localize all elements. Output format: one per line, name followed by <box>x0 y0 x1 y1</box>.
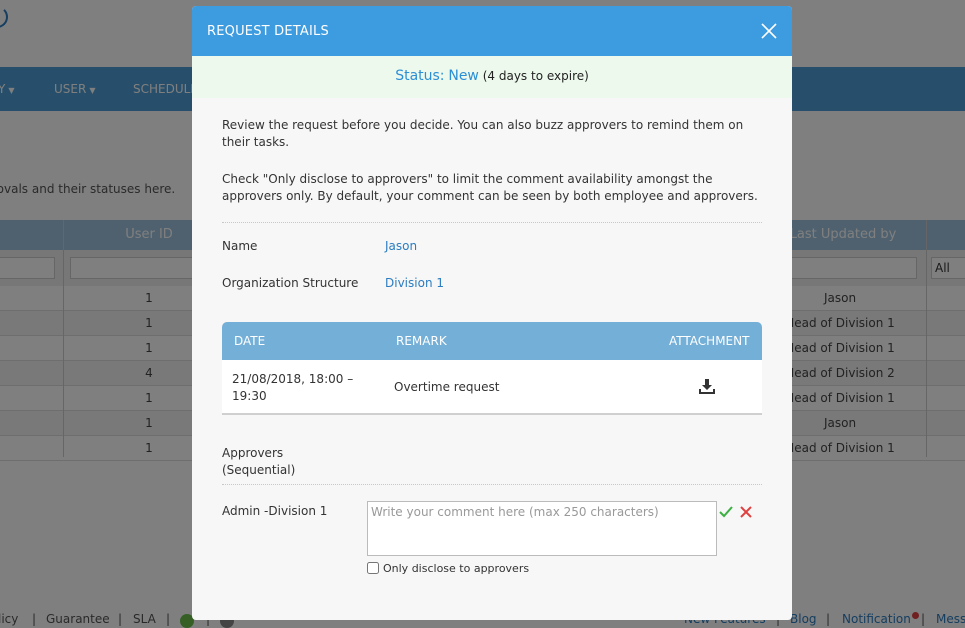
disclose-label: Only disclose to approvers <box>383 562 530 575</box>
modal-header: REQUEST DETAILS <box>192 6 792 56</box>
status-value: New <box>448 68 479 84</box>
status-bar: Status: New (4 days to expire) <box>192 56 792 98</box>
disclose-hint-text: Check "Only disclose to approvers" to li… <box>222 172 758 203</box>
disclose-checkbox[interactable] <box>367 562 379 574</box>
download-icon[interactable] <box>698 378 716 396</box>
close-button[interactable] <box>758 20 780 42</box>
request-details-modal: REQUEST DETAILS Status: New (4 days to e… <box>192 6 792 620</box>
modal-title: REQUEST DETAILS <box>207 24 329 39</box>
status-label: Status: <box>395 68 445 84</box>
reject-cross-icon[interactable] <box>738 504 754 520</box>
divider <box>222 484 762 485</box>
cell-remark: Overtime request <box>394 380 500 394</box>
org-structure-value: Division 1 <box>385 276 444 290</box>
status-expiry: (4 days to expire) <box>482 69 589 83</box>
name-value: Jason <box>385 239 418 253</box>
column-header-date: DATE <box>234 334 266 348</box>
column-header-attachment: ATTACHMENT <box>669 334 750 348</box>
disclose-option[interactable]: Only disclose to approvers <box>367 562 529 575</box>
close-icon <box>761 23 777 39</box>
org-structure-label: Organization Structure <box>222 276 359 290</box>
divider <box>222 222 762 223</box>
table-row: 21/08/2018, 18:00 – 19:30 Overtime reque… <box>222 360 762 415</box>
intro-text: Review the request before you decide. Yo… <box>222 118 744 149</box>
comment-input[interactable] <box>367 501 717 556</box>
approver-name: Admin -Division 1 <box>222 504 328 518</box>
column-header-remark: REMARK <box>396 334 447 348</box>
cell-date: 21/08/2018, 18:00 – 19:30 <box>232 372 354 403</box>
approvers-label: Approvers (Sequential) <box>222 446 296 477</box>
approve-check-icon[interactable] <box>718 504 734 520</box>
request-table-header: DATE REMARK ATTACHMENT <box>222 322 762 360</box>
name-label: Name <box>222 239 258 253</box>
